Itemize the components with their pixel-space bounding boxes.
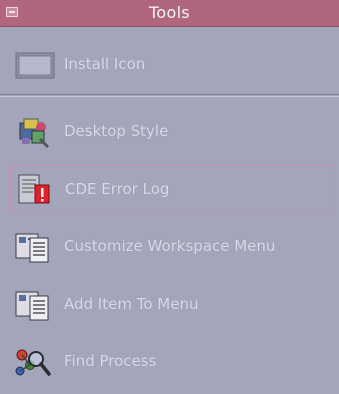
install-icon-label: Install Icon	[64, 55, 146, 73]
tool-cde-error-log[interactable]: CDE Error Log	[10, 165, 336, 213]
tool-desktop-style[interactable]: Desktop Style	[10, 107, 336, 155]
find-process-icon	[10, 341, 56, 381]
subpanel-titlebar: Tools	[0, 0, 339, 27]
desktop-style-icon	[10, 111, 56, 151]
error-log-icon	[11, 169, 57, 209]
desktop-style-label: Desktop Style	[64, 122, 169, 140]
customize-menu-icon	[10, 226, 56, 266]
install-icon-dropzone[interactable]: Install Icon	[10, 40, 336, 88]
add-menu-item-icon	[10, 284, 56, 324]
cde-error-log-label: CDE Error Log	[65, 180, 170, 198]
tool-customize-workspace-menu[interactable]: Customize Workspace Menu	[10, 222, 336, 270]
customize-workspace-menu-label: Customize Workspace Menu	[64, 237, 276, 255]
tool-find-process[interactable]: Find Process	[10, 337, 336, 385]
find-process-label: Find Process	[64, 352, 157, 370]
tool-add-item-to-menu[interactable]: Add Item To Menu	[10, 280, 336, 328]
install-drop-target-icon	[10, 44, 56, 84]
add-item-to-menu-label: Add Item To Menu	[64, 295, 199, 313]
panel-separator	[0, 94, 339, 97]
subpanel-title: Tools	[149, 3, 190, 22]
tools-subpanel: Tools Install Icon Desktop Style CDE Err…	[0, 0, 339, 394]
